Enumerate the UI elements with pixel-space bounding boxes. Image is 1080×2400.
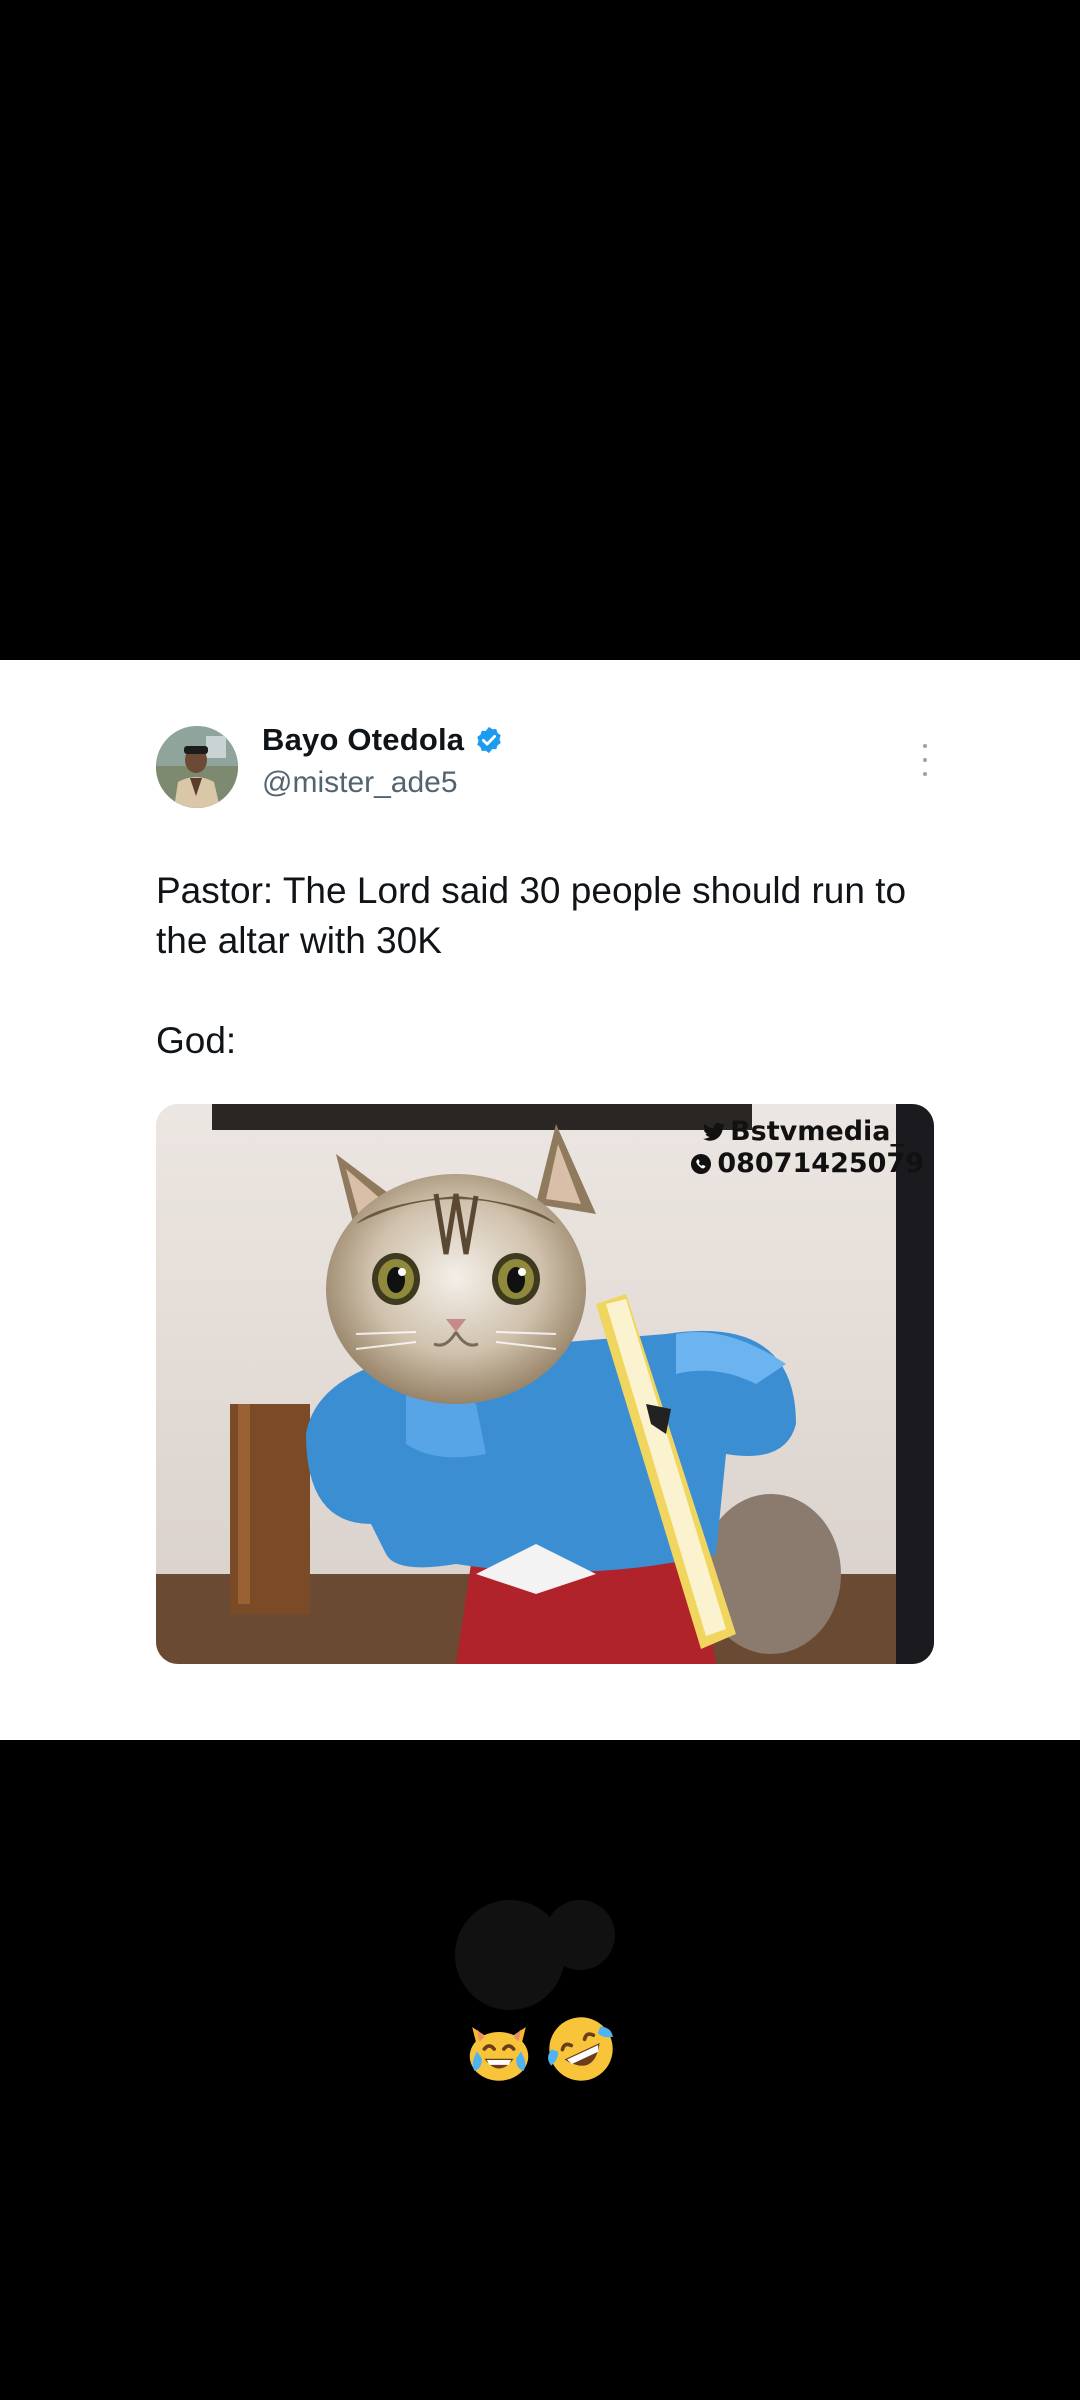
more-vertical-icon[interactable] bbox=[910, 740, 940, 780]
dot bbox=[923, 744, 927, 748]
tweet-card[interactable]: Bayo Otedola @mister_ade5 Pastor: The Lo… bbox=[0, 660, 1080, 2010]
user-handle[interactable]: @mister_ade5 bbox=[262, 766, 458, 800]
cat-photo bbox=[156, 1104, 934, 1664]
watermark-twitter: Bstvmedia_ bbox=[702, 1116, 904, 1147]
tweet-media-image[interactable]: Bstvmedia_ 08071425079 bbox=[156, 1104, 934, 1664]
watermark-twitter-text: Bstvmedia_ bbox=[730, 1116, 904, 1147]
profile-photo-icon bbox=[156, 726, 238, 808]
dot bbox=[923, 758, 927, 762]
caption-emojis bbox=[460, 2010, 620, 2088]
avatar[interactable] bbox=[156, 726, 238, 808]
verified-badge-icon bbox=[477, 726, 501, 754]
name-row: Bayo Otedola bbox=[262, 722, 504, 758]
screen: Bayo Otedola @mister_ade5 Pastor: The Lo… bbox=[0, 0, 1080, 2400]
display-name[interactable]: Bayo Otedola bbox=[262, 722, 464, 758]
tweet-text-line-1: Pastor: The Lord said 30 people should r… bbox=[156, 870, 907, 961]
watermark-phone-text: 08071425079 bbox=[717, 1148, 924, 1179]
rolling-on-floor-laughing-icon bbox=[548, 2017, 613, 2081]
whatsapp-icon bbox=[691, 1153, 712, 1174]
tweet-text-line-2: God: bbox=[156, 1020, 237, 1061]
twitter-bird-icon bbox=[703, 1122, 726, 1141]
dot bbox=[923, 772, 927, 776]
watermark-phone: 08071425079 bbox=[689, 1148, 924, 1179]
grinning-cat-with-tears-of-joy-icon bbox=[469, 2027, 529, 2081]
tweet-text: Pastor: The Lord said 30 people should r… bbox=[156, 866, 936, 1116]
